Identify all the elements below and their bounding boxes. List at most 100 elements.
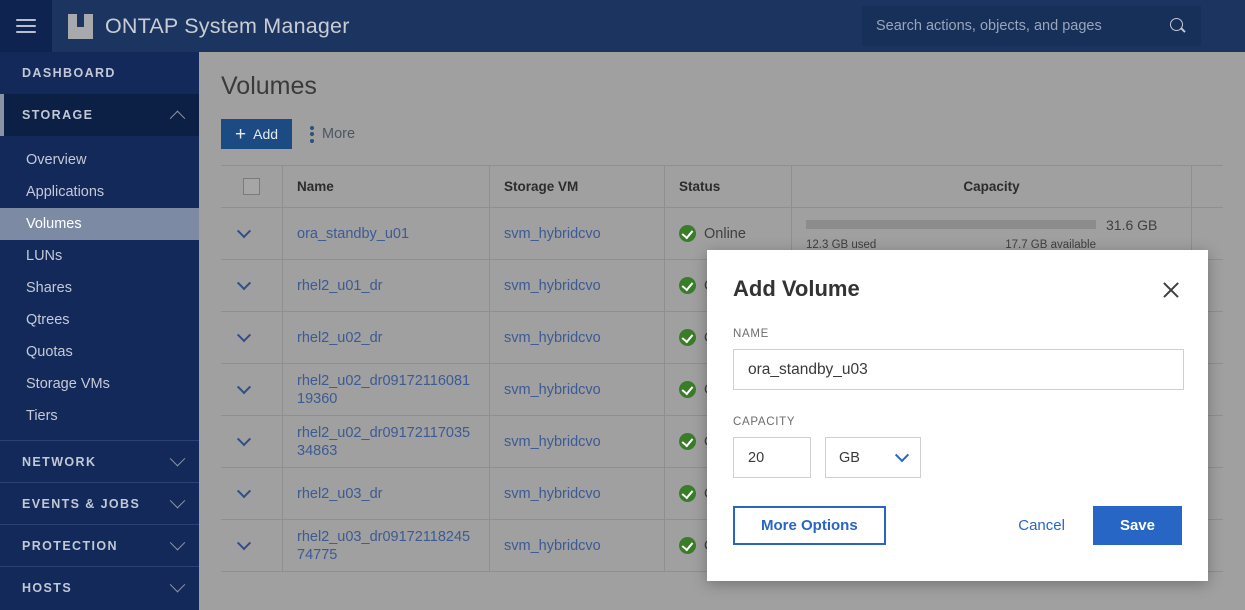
chevron-down-icon [170,451,186,467]
search-icon[interactable] [1169,17,1187,35]
capacity-value-input[interactable]: 20 [733,437,811,478]
status-online-icon [679,433,696,450]
storage-vm-link[interactable]: svm_hybridcvo [504,433,601,451]
column-header-capacity[interactable]: Capacity [792,166,1192,207]
row-name-cell: rhel2_u01_dr [283,260,490,311]
capacity-input-group: 20 GB [733,437,1182,478]
row-name-cell: rhel2_u02_dr0917211703534863 [283,416,490,467]
chevron-down-icon[interactable] [236,432,250,446]
row-svm-cell: svm_hybridcvo [490,416,665,467]
sidebar-section-label: STORAGE [22,108,172,122]
select-all-checkbox[interactable] [243,178,260,195]
sidebar-item-volumes[interactable]: Volumes [0,208,199,240]
save-button[interactable]: Save [1093,506,1182,545]
storage-vm-link[interactable]: svm_hybridcvo [504,537,601,555]
app-header: ONTAP System Manager Search actions, obj… [0,0,1245,52]
toolbar: + Add More [199,101,1245,149]
add-button-label: Add [253,126,278,142]
chevron-down-icon[interactable] [236,276,250,290]
sidebar-item-storage-vms[interactable]: Storage VMs [0,368,199,400]
row-svm-cell: svm_hybridcvo [490,312,665,363]
column-header-name[interactable]: Name [283,166,490,207]
chevron-up-icon [170,110,186,126]
column-header-status[interactable]: Status [665,166,792,207]
chevron-down-icon[interactable] [236,536,250,550]
storage-vm-link[interactable]: svm_hybridcvo [504,485,601,503]
column-header-storage-vm[interactable]: Storage VM [490,166,665,207]
row-name-cell: rhel2_u02_dr [283,312,490,363]
row-name-cell: rhel2_u03_dr0917211824574775 [283,520,490,571]
volume-name-link[interactable]: rhel2_u02_dr0917211608119360 [297,372,475,408]
storage-vm-link[interactable]: svm_hybridcvo [504,225,601,243]
more-button-label: More [322,126,355,142]
row-select-cell [221,520,283,571]
sidebar-section-label: PROTECTION [22,539,172,553]
row-svm-cell: svm_hybridcvo [490,364,665,415]
more-options-button[interactable]: More Options [733,506,886,545]
hamburger-menu-button[interactable] [0,0,52,52]
volume-name-link[interactable]: ora_standby_u01 [297,225,409,243]
sidebar-section-label: DASHBOARD [22,66,183,80]
status-online-icon [679,277,696,294]
chevron-down-icon[interactable] [236,224,250,238]
kebab-menu-icon [310,126,314,143]
status-online-icon [679,537,696,554]
search-input[interactable]: Search actions, objects, and pages [862,6,1201,46]
sidebar-section-hosts[interactable]: HOSTS [0,566,199,608]
volume-name-link[interactable]: rhel2_u01_dr [297,277,382,295]
sidebar-item-overview[interactable]: Overview [0,144,199,176]
volume-name-input[interactable]: ora_standby_u03 [733,349,1184,390]
chevron-down-icon [895,448,909,462]
chevron-down-icon[interactable] [236,328,250,342]
sidebar-section-dashboard[interactable]: DASHBOARD [0,52,199,94]
row-svm-cell: svm_hybridcvo [490,260,665,311]
volume-name-link[interactable]: rhel2_u03_dr0917211824574775 [297,528,475,564]
sidebar-section-storage[interactable]: STORAGE [0,94,199,136]
sidebar-spacer [0,136,199,144]
more-actions-button[interactable]: More [310,126,355,143]
sidebar-section-label: HOSTS [22,581,172,595]
sidebar-item-applications[interactable]: Applications [0,176,199,208]
volume-name-link[interactable]: rhel2_u02_dr [297,329,382,347]
sidebar: DASHBOARD STORAGE Overview Applications … [0,52,199,610]
hamburger-menu-icon [16,19,36,33]
storage-vm-link[interactable]: svm_hybridcvo [504,277,601,295]
sidebar-section-events-and-jobs[interactable]: EVENTS & JOBS [0,482,199,524]
sidebar-item-shares[interactable]: Shares [0,272,199,304]
row-svm-cell: svm_hybridcvo [490,208,665,259]
netapp-logo-icon [68,14,93,39]
sidebar-item-qtrees[interactable]: Qtrees [0,304,199,336]
close-icon[interactable] [1160,279,1182,301]
storage-vm-link[interactable]: svm_hybridcvo [504,329,601,347]
volume-name-link[interactable]: rhel2_u02_dr0917211703534863 [297,424,475,460]
row-select-cell [221,260,283,311]
row-svm-cell: svm_hybridcvo [490,520,665,571]
plus-icon: + [235,125,246,144]
sidebar-section-protection[interactable]: PROTECTION [0,524,199,566]
sidebar-item-luns[interactable]: LUNs [0,240,199,272]
capacity-bar [806,220,1096,229]
sidebar-section-network[interactable]: NETWORK [0,440,199,482]
sidebar-item-quotas[interactable]: Quotas [0,336,199,368]
dialog-actions: More Options Cancel Save [733,506,1182,545]
chevron-down-icon [170,577,186,593]
add-volume-button[interactable]: + Add [221,119,292,149]
page-title: Volumes [199,52,1245,101]
row-name-cell: rhel2_u02_dr0917211608119360 [283,364,490,415]
sidebar-item-tiers[interactable]: Tiers [0,400,199,432]
status-online-icon [679,225,696,242]
capacity-unit-select[interactable]: GB [825,437,921,478]
row-select-cell [221,312,283,363]
chevron-down-icon [170,535,186,551]
chevron-down-icon[interactable] [236,484,250,498]
row-select-cell [221,364,283,415]
chevron-down-icon [170,493,186,509]
table-header-row: Name Storage VM Status Capacity [221,166,1223,208]
chevron-down-icon[interactable] [236,380,250,394]
storage-vm-link[interactable]: svm_hybridcvo [504,381,601,399]
ontap-system-manager-app: ONTAP System Manager Search actions, obj… [0,0,1245,610]
volume-name-link[interactable]: rhel2_u03_dr [297,485,382,503]
cancel-button[interactable]: Cancel [1018,517,1065,534]
name-field-label: NAME [733,328,1182,340]
sidebar-spacer [0,432,199,440]
